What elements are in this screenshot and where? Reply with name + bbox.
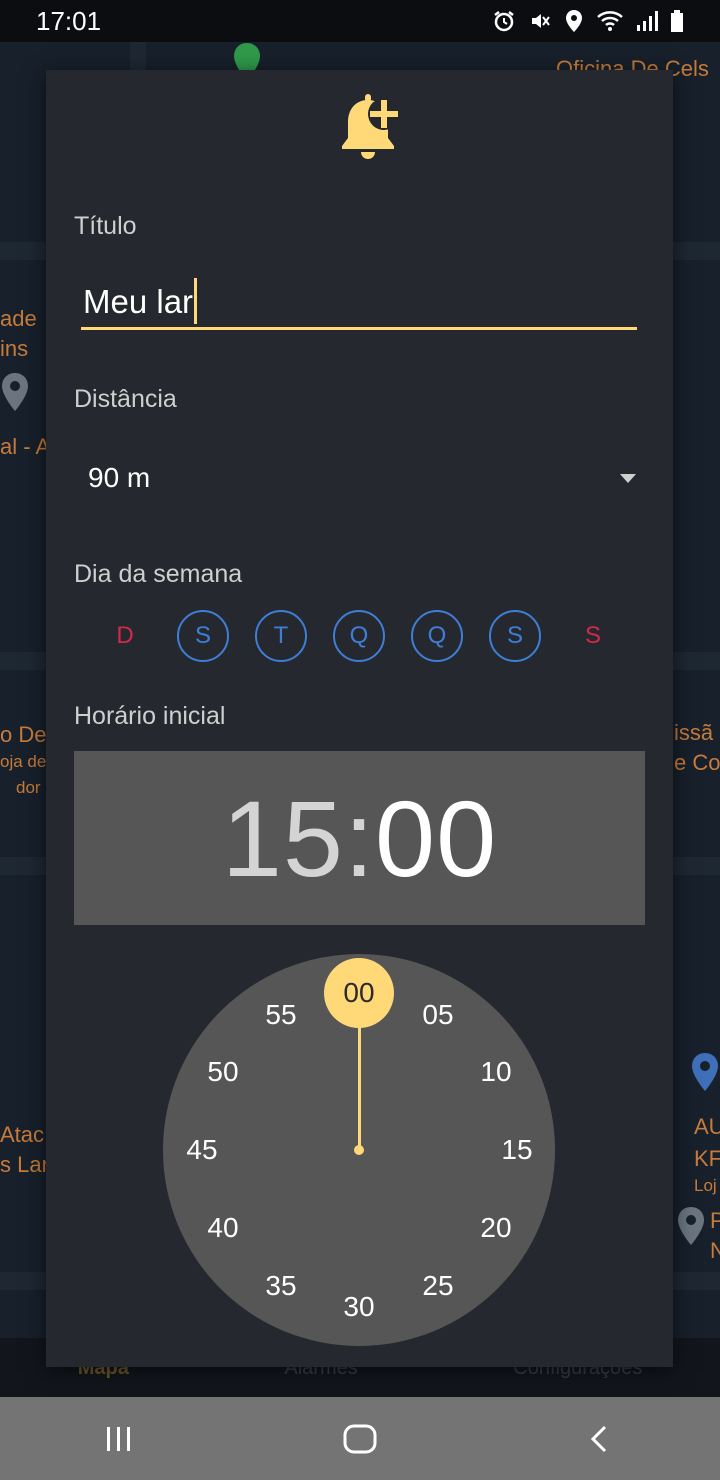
status-time: 17:01 [36,5,102,36]
weekday-monday[interactable]: S [177,610,229,662]
add-alarm-dialog: Título Meu lar Distância 90 m Dia da sem… [46,70,673,1367]
dropdown-arrow-icon [620,473,636,483]
clock-number[interactable]: 45 [172,1130,232,1170]
battery-icon [671,10,683,32]
status-icons [492,9,684,33]
map-label: Atac [0,1122,45,1147]
clock-number[interactable]: 50 [193,1052,253,1092]
weekday-selector: D S T Q Q S S [99,610,619,662]
clock-number[interactable]: 55 [251,995,311,1035]
time-separator: : [343,777,375,899]
recent-apps-icon[interactable] [103,1423,135,1455]
map-label: AU [694,1114,720,1139]
clock-center [354,1145,364,1155]
map-label: P [710,1208,720,1233]
distance-dropdown[interactable]: 90 m [88,456,636,500]
clock-number[interactable]: 20 [466,1208,526,1248]
weekday-saturday[interactable]: S [567,610,619,662]
signal-icon [637,11,658,31]
clock-hand [358,1026,361,1150]
map-label: KF [694,1146,720,1171]
map-label: al - A [0,434,51,459]
map-label: N [710,1238,720,1263]
bell-plus-icon [342,94,400,159]
map-label: dor [16,778,41,797]
weekday-tuesday[interactable]: T [255,610,307,662]
distance-label: Distância [74,385,177,413]
clock-number[interactable]: 25 [408,1266,468,1306]
clock-number[interactable]: 40 [193,1208,253,1248]
clock-number[interactable]: 30 [329,1287,389,1327]
title-input-value: Meu lar [83,283,194,320]
weekday-wednesday[interactable]: Q [333,610,385,662]
distance-value: 90 m [88,462,151,493]
map-label: o De [0,722,47,747]
map-label: oja de [0,752,47,771]
time-display: 15:00 [74,751,645,925]
map-label: ade [0,306,37,331]
time-hours[interactable]: 15 [222,776,344,901]
title-input[interactable]: Meu lar [81,278,637,330]
start-time-label: Horário inicial [74,702,226,730]
weekday-thursday[interactable]: Q [411,610,463,662]
location-icon [566,10,582,32]
wifi-icon [597,11,623,31]
time-minutes[interactable]: 00 [375,776,497,901]
title-label: Título [74,212,137,240]
status-bar: 17:01 [0,0,720,42]
weekday-sunday[interactable]: D [99,610,151,662]
map-label: issã [674,720,714,745]
map-pin-icon [678,1207,704,1245]
alarm-icon [494,11,514,32]
system-nav-bar [0,1397,720,1480]
map-pin-icon [2,373,28,411]
clock-number[interactable]: 15 [487,1130,547,1170]
clock-number[interactable]: 05 [408,995,468,1035]
back-icon[interactable] [585,1423,617,1455]
clock-number[interactable]: 35 [251,1266,311,1306]
map-label: ins [0,336,29,361]
weekday-friday[interactable]: S [489,610,541,662]
map-label: e Cor [674,750,720,775]
text-caret [194,278,198,325]
clock-number[interactable]: 10 [466,1052,526,1092]
clock-selected-minute[interactable]: 00 [324,958,394,1028]
map-label: Loj [694,1176,717,1195]
minute-clock-dial[interactable]: 00 05 10 15 20 25 30 35 40 45 50 55 [163,954,555,1346]
mute-icon [532,14,550,28]
home-icon[interactable] [342,1421,378,1457]
map-pin-icon [692,1053,718,1091]
weekday-label: Dia da semana [74,560,243,588]
map-label: s Lar [0,1152,49,1177]
